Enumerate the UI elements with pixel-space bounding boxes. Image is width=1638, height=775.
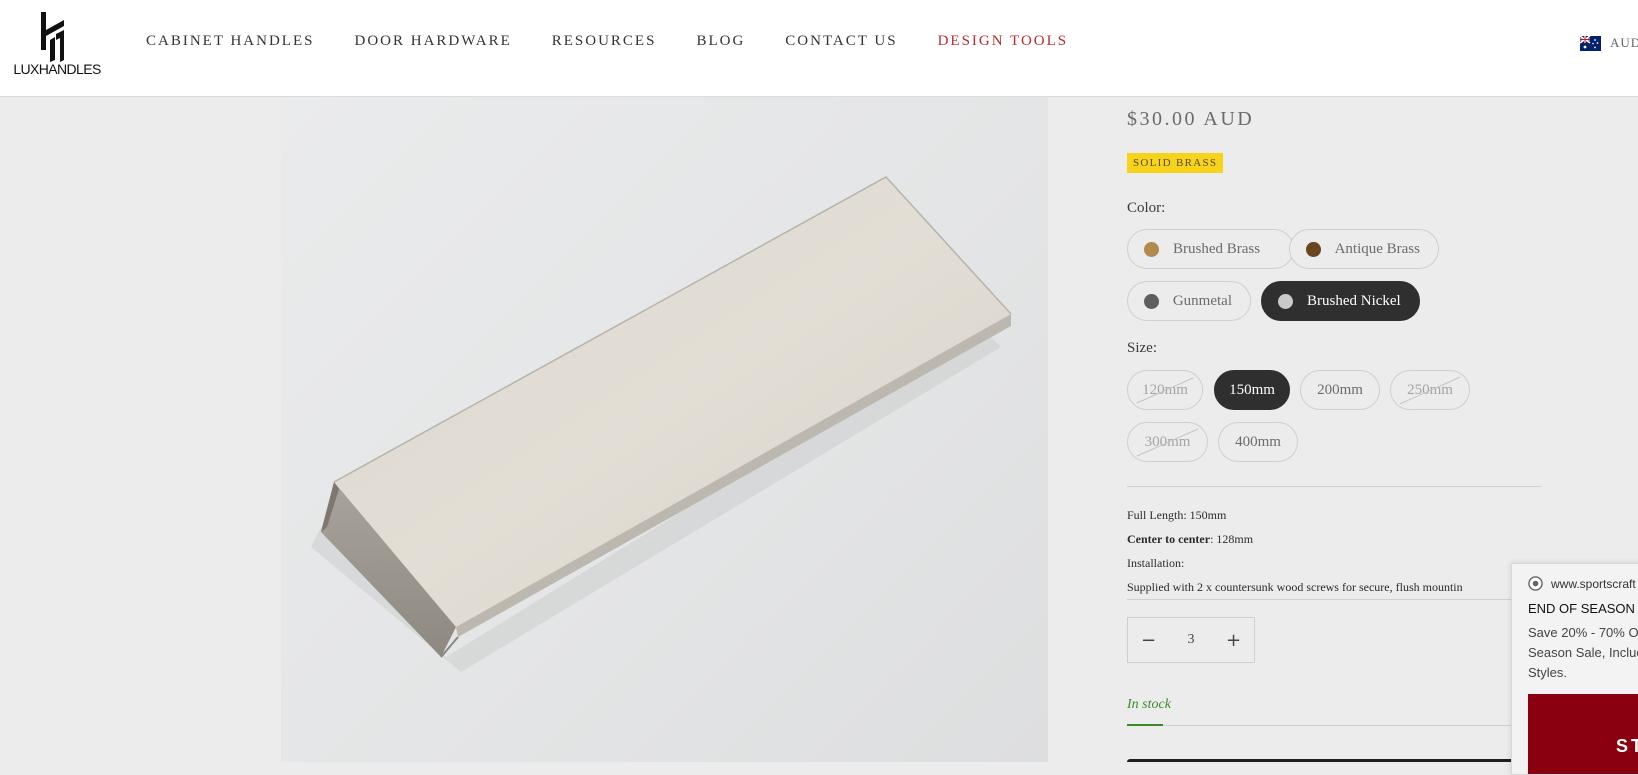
color-option-label: Brushed Nickel (1307, 292, 1401, 309)
spec-full-length: Full Length: 150mm (1127, 508, 1227, 522)
color-option-brushed-brass[interactable]: Brushed Brass (1127, 229, 1294, 269)
color-option-label: Brushed Brass (1173, 240, 1261, 257)
notification-cta-text: ST (1616, 736, 1638, 756)
stock-indicator-bar (1127, 724, 1163, 726)
section-divider (1127, 486, 1541, 487)
nav-cabinet-handles[interactable]: CABINET HANDLES (146, 33, 314, 50)
gunmetal-swatch-icon (1144, 293, 1159, 309)
browser-notification[interactable]: www.sportscraft END OF SEASON S Save 20%… (1511, 563, 1638, 775)
spec-divider (1127, 599, 1541, 600)
color-label: Color: (1127, 200, 1166, 216)
size-option-250mm[interactable]: 250mm (1390, 370, 1470, 410)
nav-contact-us[interactable]: CONTACT US (785, 33, 897, 50)
size-option-150mm[interactable]: 150mm (1214, 370, 1290, 410)
logo-wordmark: LUXHANDLES (13, 61, 101, 77)
edge-pull-handle-image (311, 176, 1012, 672)
stock-indicator-track (1127, 725, 1527, 726)
nav-door-hardware[interactable]: DOOR HARDWARE (354, 33, 511, 50)
color-option-label: Gunmetal (1172, 292, 1232, 309)
luxhandles-logo[interactable]: LUXHANDLES (6, 10, 108, 80)
product-price: $30.00 AUD (1127, 108, 1255, 130)
color-option-brushed-nickel[interactable]: Brushed Nickel (1261, 281, 1420, 321)
australia-flag-icon (1580, 35, 1601, 51)
nav-blog[interactable]: BLOG (696, 33, 745, 50)
product-image[interactable] (281, 97, 1048, 762)
size-option-120mm[interactable]: 120mm (1127, 370, 1203, 410)
currency-selector[interactable]: AUD (1580, 35, 1638, 51)
brushed-nickel-swatch-icon (1278, 293, 1293, 309)
size-option-label: 300mm (1144, 433, 1191, 450)
spec-installation-label: Installation: (1127, 556, 1185, 570)
size-option-200mm[interactable]: 200mm (1300, 370, 1380, 410)
material-badge: SOLID BRASS (1127, 153, 1224, 173)
currency-label: AUD (1610, 35, 1638, 50)
brushed-brass-swatch-icon (1144, 241, 1159, 257)
size-option-label: 150mm (1229, 381, 1275, 398)
size-option-label: 120mm (1142, 381, 1188, 398)
size-option-label: 200mm (1317, 381, 1363, 398)
notification-image[interactable]: ST (1528, 694, 1638, 774)
color-option-gunmetal[interactable]: Gunmetal (1127, 281, 1251, 321)
spec-center-to-center: Center to center: 128mm (1127, 532, 1253, 547)
logo-mark-icon (41, 12, 64, 62)
increase-quantity-button[interactable]: + (1213, 630, 1254, 651)
notification-title: END OF SEASON S (1528, 601, 1638, 616)
size-option-label: 250mm (1407, 381, 1453, 398)
notification-source: www.sportscraft (1528, 576, 1636, 591)
size-label: Size: (1127, 340, 1157, 356)
spec-installation-text: Supplied with 2 x countersunk wood screw… (1127, 580, 1463, 594)
nav-design-tools[interactable]: DESIGN TOOLS (938, 33, 1069, 50)
antique-brass-swatch-icon (1306, 241, 1321, 257)
color-option-antique-brass[interactable]: Antique Brass (1289, 229, 1439, 269)
color-option-label: Antique Brass (1334, 240, 1420, 257)
spec-center-key: Center to center (1127, 532, 1211, 546)
size-option-label: 400mm (1235, 433, 1281, 450)
decrease-quantity-button[interactable]: − (1128, 630, 1169, 651)
site-header: LUXHANDLES CABINET HANDLES DOOR HARDWARE… (0, 0, 1638, 97)
size-option-300mm[interactable]: 300mm (1127, 422, 1208, 462)
quantity-input[interactable] (1169, 631, 1213, 649)
size-option-400mm[interactable]: 400mm (1218, 422, 1298, 462)
spec-center-value: : 128mm (1210, 532, 1254, 546)
main-nav: CABINET HANDLES DOOR HARDWARE RESOURCES … (146, 33, 1108, 50)
chrome-icon (1528, 576, 1543, 591)
nav-resources[interactable]: RESOURCES (552, 33, 657, 50)
notification-body: Save 20% - 70% Of Season Sale, Includ St… (1528, 625, 1638, 680)
notification-source-label: www.sportscraft (1551, 576, 1636, 591)
stock-status: In stock (1127, 697, 1171, 712)
quantity-stepper: − + (1127, 617, 1255, 663)
